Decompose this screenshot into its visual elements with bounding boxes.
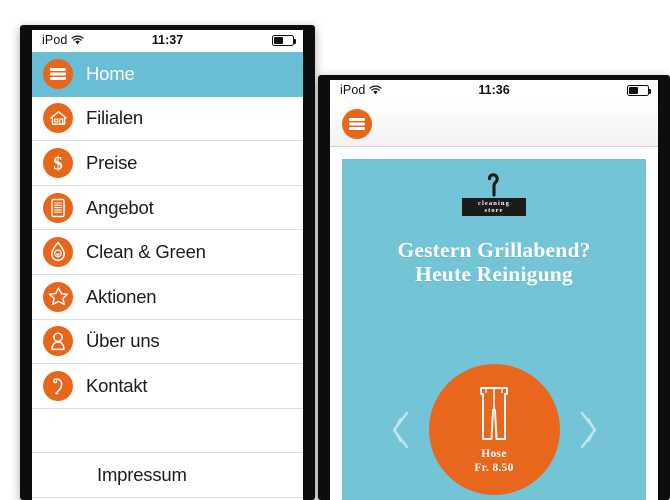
- sidebar-item-filialen[interactable]: Filialen: [32, 96, 303, 142]
- sidebar-item-label: Über uns: [86, 330, 160, 352]
- sidebar-item-label: Aktionen: [86, 285, 157, 307]
- star-icon: [43, 281, 73, 312]
- right-phone-device: iPod 11:36 cleaning store Gestern Grilla…: [318, 75, 670, 500]
- promo-headline: Gestern Grillabend? Heute Reinigung: [352, 238, 636, 286]
- left-phone-screen: iPod 11:37 Home Filialen $ Preise Angebo…: [32, 30, 303, 500]
- sidebar-item-angebot[interactable]: Angebot: [32, 185, 303, 231]
- sidebar-item-label: Clean & Green: [86, 241, 206, 263]
- dollar-icon: $: [43, 147, 73, 178]
- chevron-double-right-icon[interactable]: [572, 404, 606, 456]
- battery-icon: [272, 35, 297, 46]
- sidebar-item-label: Preise: [86, 151, 138, 173]
- hamburger-menu-button[interactable]: [342, 109, 372, 139]
- house-icon: [43, 103, 73, 134]
- right-status-bar: iPod 11:36: [330, 80, 658, 102]
- document-icon: [43, 192, 73, 223]
- sidebar-item-impressum[interactable]: Impressum: [32, 453, 303, 498]
- sidebar-item-label: Home: [86, 62, 135, 84]
- offer-carousel: Hose Fr. 8.50: [342, 364, 646, 495]
- sidebar-item-home[interactable]: Home: [32, 52, 303, 97]
- sidebar-item-preise[interactable]: $ Preise: [32, 141, 303, 186]
- svg-text:$: $: [53, 153, 63, 174]
- left-status-bar: iPod 11:37: [32, 30, 303, 52]
- screenshot-stage: iPod 11:37 Home Filialen $ Preise Angebo…: [0, 0, 670, 500]
- sidebar-item-label: Angebot: [86, 196, 154, 218]
- sidebar-item-spacer: [32, 408, 303, 454]
- sidebar-item-label: Filialen: [86, 107, 144, 129]
- left-phone-device: iPod 11:37 Home Filialen $ Preise Angebo…: [20, 25, 315, 500]
- navbar: [330, 102, 658, 147]
- battery-icon: [627, 85, 652, 96]
- promo-content: cleaning store Gestern Grillabend? Heute…: [330, 147, 658, 500]
- offer-price: Fr. 8.50: [474, 462, 514, 474]
- offer-name: Hose: [481, 447, 507, 460]
- sidebar-item-aktionen[interactable]: Aktionen: [32, 274, 303, 320]
- droplet-leaf-icon: [43, 237, 73, 268]
- sidebar-item-label: Kontakt: [86, 374, 148, 396]
- clothes-hanger-icon: [487, 173, 499, 197]
- hamburger-icon: [43, 58, 73, 89]
- promo-headline-line1: Gestern Grillabend?: [397, 238, 591, 262]
- status-time: 11:36: [478, 83, 510, 97]
- sidebar-menu: Home Filialen $ Preise Angebot Clean & G…: [32, 52, 303, 498]
- trousers-icon: [480, 386, 508, 440]
- person-icon: [43, 326, 73, 357]
- brand-logo: cleaning store: [455, 173, 533, 216]
- offer-bubble[interactable]: Hose Fr. 8.50: [428, 364, 560, 495]
- promo-panel: cleaning store Gestern Grillabend? Heute…: [342, 159, 646, 500]
- brand-logo-text: cleaning store: [462, 198, 526, 216]
- sidebar-item-clean-and-green[interactable]: Clean & Green: [32, 230, 303, 275]
- right-phone-screen: iPod 11:36 cleaning store Gestern Grilla…: [330, 80, 658, 500]
- sidebar-item-kontakt[interactable]: Kontakt: [32, 364, 303, 409]
- sidebar-item-ueber-uns[interactable]: Über uns: [32, 319, 303, 365]
- chevron-double-left-icon[interactable]: [383, 404, 417, 456]
- sidebar-item-label: Impressum: [97, 464, 187, 486]
- status-time: 11:37: [151, 33, 184, 47]
- phone-icon: [43, 370, 73, 401]
- promo-headline-line2: Heute Reinigung: [415, 262, 573, 287]
